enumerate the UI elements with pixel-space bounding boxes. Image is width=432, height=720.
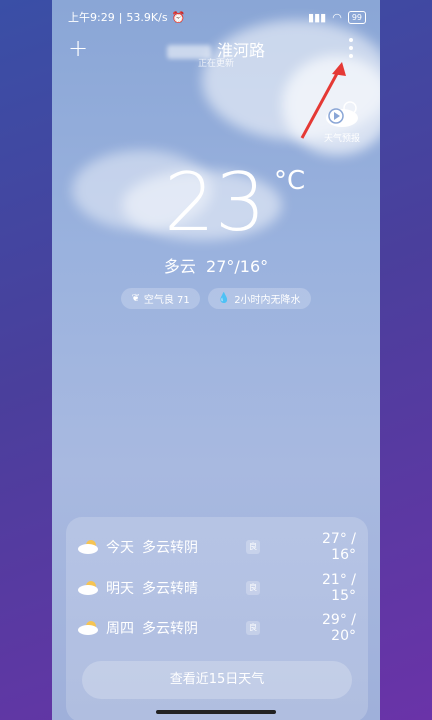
day-range: 29° / 20°	[322, 612, 356, 644]
network-speed: 53.9K/s	[126, 10, 168, 24]
signal-icon: ▮▮▮	[308, 10, 327, 24]
day-label: 明天	[106, 581, 134, 597]
info-chips: ❦ 空气良 71 💧 2小时内无降水	[52, 288, 380, 309]
day-desc: 多云转阴	[142, 540, 198, 556]
aqi-badge: 良	[246, 621, 260, 635]
daily-forecast-card: 今天 多云转阴 良 27° / 16° 明天 多云转晴 良 21° / 15° …	[66, 517, 368, 720]
forecast-label: 天气预报	[323, 134, 360, 144]
alarm-icon: ⏰	[171, 10, 186, 24]
cloudy-icon	[78, 540, 98, 554]
home-indicator[interactable]	[156, 710, 276, 714]
precipitation-chip[interactable]: 💧 2小时内无降水	[207, 288, 311, 309]
daily-row[interactable]: 明天 多云转晴 良 21° / 15°	[78, 572, 356, 604]
day-label: 周四	[106, 621, 134, 637]
more-menu-button[interactable]	[348, 38, 354, 58]
aqi-badge: 良	[246, 581, 260, 595]
view-15-day-button[interactable]: 查看近15日天气	[82, 661, 352, 699]
status-divider: |	[118, 10, 123, 24]
current-temperature: 23	[164, 156, 266, 249]
battery-icon: 99	[347, 10, 366, 24]
weather-forecast-button[interactable]: 天气预报	[320, 98, 364, 144]
aqi-badge: 良	[246, 540, 260, 554]
day-desc: 多云转阴	[142, 621, 198, 637]
status-time: 上午9:29	[68, 11, 115, 24]
air-quality-chip[interactable]: ❦ 空气良 71	[121, 288, 200, 309]
weather-app: 上午9:29 | 53.9K/s ⏰ ▮▮▮ ◠ 99 + 淮河路 正在更新 天…	[52, 0, 380, 720]
day-desc: 多云转晴	[142, 581, 198, 597]
current-condition: 多云 27°/16°	[163, 257, 269, 276]
temperature-unit: °C	[274, 166, 306, 196]
day-label: 今天	[106, 540, 134, 556]
status-bar: 上午9:29 | 53.9K/s ⏰ ▮▮▮ ◠ 99	[68, 6, 366, 28]
drop-icon: 💧	[217, 293, 231, 304]
daily-row[interactable]: 今天 多云转阴 良 27° / 16°	[78, 531, 356, 563]
cloudy-icon	[78, 621, 98, 635]
day-range: 21° / 15°	[322, 572, 356, 604]
daily-row[interactable]: 周四 多云转阴 良 29° / 20°	[78, 612, 356, 644]
day-range: 27° / 16°	[322, 531, 356, 563]
cloudy-icon	[78, 581, 98, 595]
play-cloud-icon	[326, 101, 358, 127]
wifi-icon: ◠	[332, 10, 342, 24]
leaf-icon: ❦	[131, 293, 140, 304]
